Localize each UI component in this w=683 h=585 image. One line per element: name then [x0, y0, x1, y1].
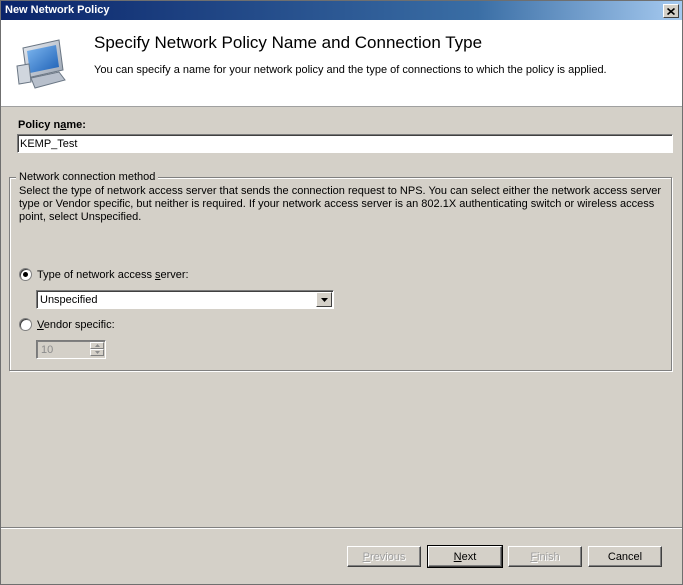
- nas-type-value: Unspecified: [40, 294, 98, 306]
- wizard-header: Specify Network Policy Name and Connecti…: [1, 20, 682, 107]
- chevron-down-icon: [320, 297, 328, 302]
- next-button[interactable]: Next: [427, 545, 503, 568]
- policy-name-input[interactable]: [17, 134, 673, 153]
- spinner-up-button[interactable]: [90, 342, 104, 349]
- title-bar[interactable]: New Network Policy: [1, 1, 682, 20]
- policy-name-label: Policy name:: [18, 119, 86, 131]
- radio-selected-dot: [23, 272, 28, 277]
- vendor-specific-radio[interactable]: [19, 318, 32, 331]
- vendor-spinner-value: 10: [41, 344, 54, 356]
- spinner-down-button[interactable]: [90, 349, 104, 356]
- footer-separator: [1, 527, 682, 529]
- new-network-policy-dialog: New Network Policy Specify Network Polic…: [0, 0, 683, 585]
- type-of-nas-label: Type of network access server:: [37, 268, 189, 281]
- chevron-down-icon: [94, 351, 100, 354]
- vendor-spinner[interactable]: 10: [36, 340, 106, 359]
- dropdown-button[interactable]: [316, 292, 332, 307]
- wizard-body: Policy name: Network connection method S…: [1, 107, 682, 527]
- connection-description: Select the type of network access server…: [19, 185, 662, 223]
- vendor-specific-option[interactable]: Vendor specific:: [19, 318, 115, 331]
- chevron-up-icon: [94, 344, 100, 347]
- close-button[interactable]: [663, 4, 679, 18]
- type-of-nas-radio[interactable]: [19, 268, 32, 281]
- previous-button[interactable]: Previous: [347, 546, 421, 567]
- nas-type-dropdown[interactable]: Unspecified: [36, 290, 334, 309]
- vendor-specific-label: Vendor specific:: [37, 318, 115, 331]
- type-of-nas-option[interactable]: Type of network access server:: [19, 268, 189, 281]
- window-title: New Network Policy: [5, 4, 110, 16]
- network-computer-icon: [15, 36, 71, 92]
- page-title: Specify Network Policy Name and Connecti…: [94, 33, 483, 52]
- close-icon: [667, 7, 675, 15]
- group-legend: Network connection method: [16, 171, 159, 183]
- page-subtitle: You can specify a name for your network …: [94, 64, 607, 76]
- cancel-button[interactable]: Cancel: [588, 546, 662, 567]
- finish-button[interactable]: Finish: [508, 546, 582, 567]
